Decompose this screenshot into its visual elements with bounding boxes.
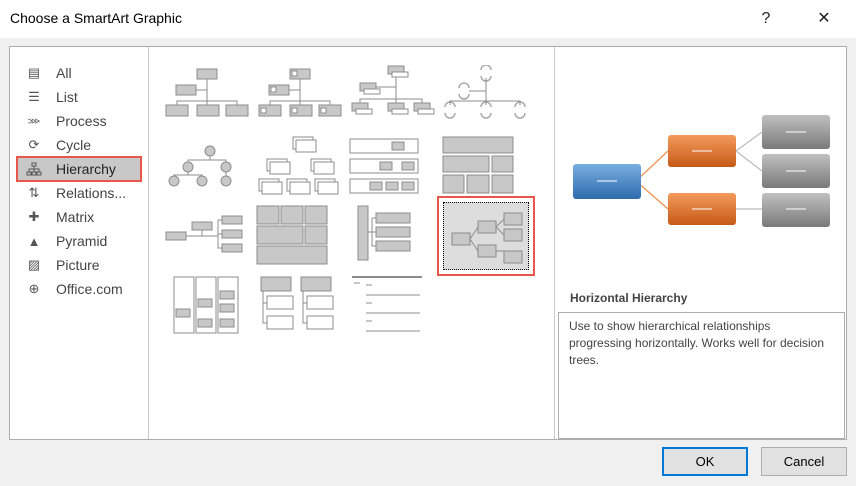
category-label: Office.com [56, 281, 123, 297]
pyramid-icon: ▲ [27, 233, 41, 249]
help-button[interactable]: ? [752, 6, 780, 32]
layout-circle-hierarchy[interactable] [162, 135, 254, 201]
preview-description: Use to show hierarchical relationships p… [558, 312, 845, 439]
category-list-item[interactable]: ☰ List [18, 86, 140, 108]
layout-hierarchy-list[interactable] [255, 204, 347, 270]
category-picture[interactable]: ▨ Picture [18, 254, 140, 276]
layout-horizontal-hierarchy[interactable] [437, 196, 535, 276]
category-label: List [56, 89, 78, 105]
category-label: Relations... [56, 185, 127, 201]
layout-half-circle-org-chart[interactable] [441, 64, 533, 131]
cycle-icon: ⟳ [28, 137, 40, 152]
process-icon: ⋙ [27, 115, 41, 126]
layout-organization-chart[interactable] [162, 65, 254, 131]
category-matrix[interactable]: ✚ Matrix [18, 206, 140, 228]
picture-icon: ▨ [27, 257, 41, 272]
category-hierarchy[interactable]: Hierarchy [16, 156, 142, 182]
category-label: Hierarchy [56, 161, 116, 177]
layout-table-hierarchy[interactable] [441, 135, 533, 201]
layout-hierarchy[interactable] [255, 135, 347, 201]
category-pyramid[interactable]: ▲ Pyramid [18, 230, 140, 252]
preview-pane: Horizontal Hierarchy Use to show hierarc… [556, 47, 846, 439]
layout-architecture-hierarchy[interactable] [162, 204, 254, 270]
category-label: Picture [56, 257, 100, 273]
layout-lined-hierarchy-list[interactable] [348, 275, 440, 341]
globe-icon: ⊕ [28, 281, 40, 296]
layout-horizontal-labeled-hierarchy[interactable] [162, 275, 254, 341]
layout-labeled-hierarchy[interactable] [348, 135, 440, 201]
category-label: Process [56, 113, 107, 129]
preview-title: Horizontal Hierarchy [570, 291, 688, 305]
category-relationship[interactable]: ⇅ Relations... [18, 182, 140, 204]
category-label: Pyramid [56, 233, 108, 249]
category-label: All [56, 65, 72, 81]
category-process[interactable]: ⋙ Process [18, 110, 140, 132]
dialog-title: Choose a SmartArt Graphic [10, 10, 182, 26]
category-label: Matrix [56, 209, 95, 225]
category-cycle[interactable]: ⟳ Cycle [18, 134, 140, 156]
layout-lined-list[interactable] [348, 204, 440, 270]
relationship-icon: ⇅ [28, 185, 40, 200]
hierarchy-icon [25, 161, 43, 177]
cancel-button[interactable]: Cancel [761, 447, 847, 476]
category-list: ▤ All ☰ List ⋙ Process ⟳ Cycle Hierarchy ⇅ Re… [10, 47, 149, 439]
layout-gallery [150, 47, 555, 439]
dialog-body: ▤ All ☰ List ⋙ Process ⟳ Cycle Hierarchy ⇅ Re… [9, 46, 847, 440]
layout-hierarchy-two-columns[interactable] [255, 275, 347, 341]
preview-level3-box [762, 193, 830, 227]
ok-button[interactable]: OK [662, 447, 748, 476]
all-icon: ▤ [27, 65, 41, 80]
preview-diagram [573, 115, 830, 227]
list-icon: ☰ [28, 89, 40, 104]
title-bar: Choose a SmartArt Graphic ? ✕ [0, 0, 856, 38]
layout-picture-org-chart[interactable] [255, 65, 347, 131]
category-office-com[interactable]: ⊕ Office.com [18, 278, 140, 300]
category-all[interactable]: ▤ All [18, 62, 140, 84]
layout-name-title-org-chart[interactable] [348, 65, 440, 131]
category-label: Cycle [56, 137, 92, 153]
close-button[interactable]: ✕ [810, 6, 838, 32]
matrix-icon: ✚ [28, 209, 40, 224]
